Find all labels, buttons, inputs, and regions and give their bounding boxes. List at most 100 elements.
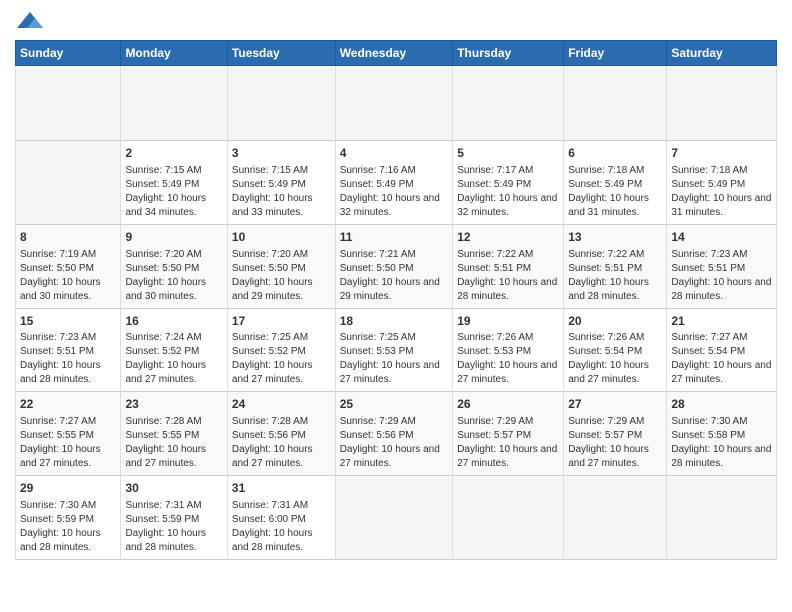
sunrise-text: Sunrise: 7:27 AM [671,332,747,343]
sunset-text: Sunset: 5:59 PM [125,514,199,525]
calendar-cell [667,476,777,560]
sunrise-text: Sunrise: 7:20 AM [125,249,201,260]
day-number: 25 [340,396,449,413]
calendar-table: Sunday Monday Tuesday Wednesday Thursday… [15,40,777,560]
logo [15,10,49,34]
daylight-text: Daylight: 10 hours and 28 minutes. [20,528,101,553]
calendar-cell: 25 Sunrise: 7:29 AM Sunset: 5:56 PM Dayligh… [335,392,453,476]
col-thursday: Thursday [453,41,564,66]
sunset-text: Sunset: 5:50 PM [340,263,414,274]
sunrise-text: Sunrise: 7:19 AM [20,249,96,260]
day-number: 9 [125,229,222,246]
calendar-cell [16,66,121,141]
sunset-text: Sunset: 5:49 PM [671,179,745,190]
sunset-text: Sunset: 5:50 PM [232,263,306,274]
daylight-text: Daylight: 10 hours and 32 minutes. [457,193,557,218]
sunset-text: Sunset: 5:50 PM [125,263,199,274]
sunrise-text: Sunrise: 7:22 AM [568,249,644,260]
table-row: 15Sunrise: 7:23 AMSunset: 5:51 PMDayligh… [16,308,777,392]
sunset-text: Sunset: 5:50 PM [20,263,94,274]
day-number: 2 [125,145,222,162]
sunrise-text: Sunrise: 7:31 AM [232,500,308,511]
day-number: 13 [568,229,662,246]
sunset-text: Sunset: 5:54 PM [568,346,642,357]
sunrise-text: Sunrise: 7:29 AM [568,416,644,427]
calendar-cell: 11 Sunrise: 7:21 AM Sunset: 5:50 PM Dayligh… [335,224,453,308]
sunrise-text: Sunrise: 7:23 AM [20,332,96,343]
daylight-text: Daylight: 10 hours and 32 minutes. [340,193,440,218]
sunrise-text: Sunrise: 7:15 AM [125,165,201,176]
calendar-cell: 2 Sunrise: 7:15 AM Sunset: 5:49 PM Daylight… [121,141,227,225]
calendar-cell: 3 Sunrise: 7:15 AM Sunset: 5:49 PM Daylight… [227,141,335,225]
sunrise-text: Sunrise: 7:28 AM [125,416,201,427]
day-number: 27 [568,396,662,413]
day-number: 26 [457,396,559,413]
daylight-text: Daylight: 10 hours and 27 minutes. [232,444,313,469]
sunset-text: Sunset: 5:56 PM [232,430,306,441]
daylight-text: Daylight: 10 hours and 27 minutes. [232,360,313,385]
sunset-text: Sunset: 5:51 PM [671,263,745,274]
table-row: 29Sunrise: 7:30 AMSunset: 5:59 PMDayligh… [16,476,777,560]
daylight-text: Daylight: 10 hours and 27 minutes. [457,360,557,385]
sunset-text: Sunset: 5:55 PM [20,430,94,441]
sunrise-text: Sunrise: 7:21 AM [340,249,416,260]
daylight-text: Daylight: 10 hours and 27 minutes. [671,360,771,385]
sunrise-text: Sunrise: 7:16 AM [340,165,416,176]
sunset-text: Sunset: 5:51 PM [568,263,642,274]
sunset-text: Sunset: 5:56 PM [340,430,414,441]
daylight-text: Daylight: 10 hours and 30 minutes. [20,277,101,302]
sunrise-text: Sunrise: 7:29 AM [340,416,416,427]
calendar-cell: 10Sunrise: 7:20 AMSunset: 5:50 PMDayligh… [227,224,335,308]
daylight-text: Daylight: 10 hours and 27 minutes. [340,444,440,469]
col-tuesday: Tuesday [227,41,335,66]
col-sunday: Sunday [16,41,121,66]
sunset-text: Sunset: 5:57 PM [457,430,531,441]
table-row: 22Sunrise: 7:27 AMSunset: 5:55 PMDayligh… [16,392,777,476]
day-number: 17 [232,313,331,330]
sunset-text: Sunset: 5:49 PM [232,179,306,190]
daylight-text: Daylight: 10 hours and 28 minutes. [457,277,557,302]
daylight-text: Daylight: 10 hours and 27 minutes. [340,360,440,385]
sunrise-text: Sunrise: 7:15 AM [232,165,308,176]
day-number: 14 [671,229,772,246]
calendar-cell [453,476,564,560]
daylight-text: Daylight: 10 hours and 33 minutes. [232,193,313,218]
calendar-cell [227,66,335,141]
sunset-text: Sunset: 6:00 PM [232,514,306,525]
calendar-cell [121,66,227,141]
day-number: 11 [340,229,449,246]
day-number: 12 [457,229,559,246]
calendar-cell: 18Sunrise: 7:25 AMSunset: 5:53 PMDayligh… [335,308,453,392]
calendar-cell: 12Sunrise: 7:22 AMSunset: 5:51 PMDayligh… [453,224,564,308]
calendar-cell: 15Sunrise: 7:23 AMSunset: 5:51 PMDayligh… [16,308,121,392]
calendar-cell: 30Sunrise: 7:31 AMSunset: 5:59 PMDayligh… [121,476,227,560]
calendar-header-row: Sunday Monday Tuesday Wednesday Thursday… [16,41,777,66]
daylight-text: Daylight: 10 hours and 27 minutes. [125,360,206,385]
daylight-text: Daylight: 10 hours and 28 minutes. [20,360,101,385]
day-number: 3 [232,145,331,162]
calendar-cell: 4Sunrise: 7:16 AMSunset: 5:49 PMDaylight… [335,141,453,225]
sunrise-text: Sunrise: 7:17 AM [457,165,533,176]
daylight-text: Daylight: 10 hours and 27 minutes. [457,444,557,469]
col-saturday: Saturday [667,41,777,66]
logo-icon [15,10,45,34]
day-number: 18 [340,313,449,330]
day-number: 29 [20,480,116,497]
col-friday: Friday [564,41,667,66]
day-number: 4 [340,145,449,162]
calendar-cell: 20Sunrise: 7:26 AMSunset: 5:54 PMDayligh… [564,308,667,392]
sunrise-text: Sunrise: 7:25 AM [340,332,416,343]
daylight-text: Daylight: 10 hours and 28 minutes. [125,528,206,553]
calendar-cell: 21Sunrise: 7:27 AMSunset: 5:54 PMDayligh… [667,308,777,392]
daylight-text: Daylight: 10 hours and 30 minutes. [125,277,206,302]
calendar-cell [16,141,121,225]
sunset-text: Sunset: 5:49 PM [125,179,199,190]
day-number: 30 [125,480,222,497]
sunset-text: Sunset: 5:55 PM [125,430,199,441]
daylight-text: Daylight: 10 hours and 28 minutes. [671,277,771,302]
day-number: 19 [457,313,559,330]
daylight-text: Daylight: 10 hours and 29 minutes. [340,277,440,302]
sunrise-text: Sunrise: 7:30 AM [671,416,747,427]
daylight-text: Daylight: 10 hours and 34 minutes. [125,193,206,218]
header [15,10,777,34]
